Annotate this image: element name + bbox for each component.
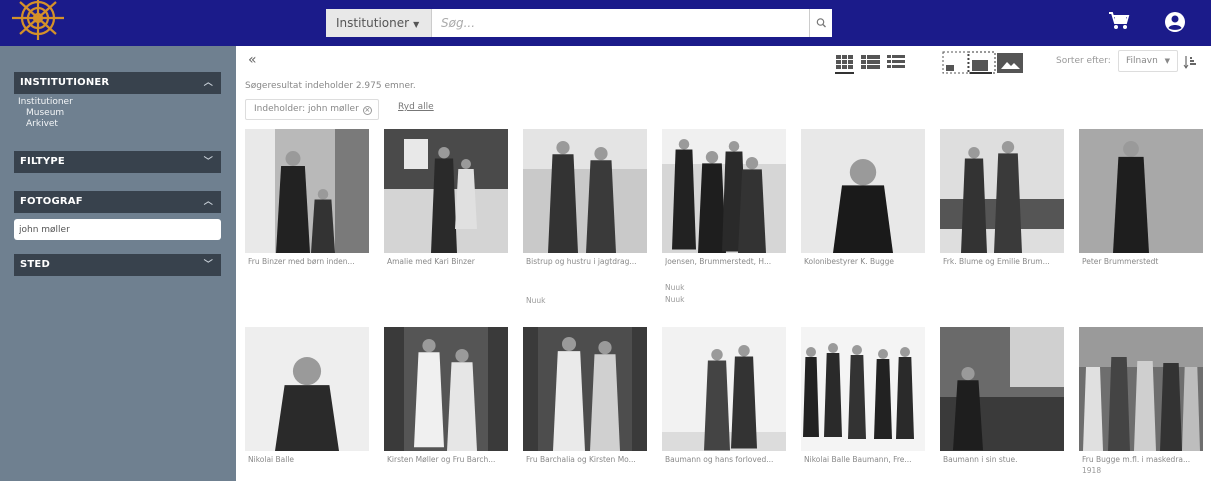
chevron-up-icon: ︿ xyxy=(203,78,213,88)
search-icon xyxy=(816,18,826,28)
medium-thumb-icon[interactable] xyxy=(967,51,996,74)
filter-chip-label: Indeholder: john møller xyxy=(254,104,359,114)
caret-down-icon: ▼ xyxy=(413,20,420,29)
filter-filtype-title: FILTYPE xyxy=(20,156,65,167)
sort-label: Sorter efter: xyxy=(1056,56,1111,66)
result-caption[interactable]: Fru Barchalia og Kirsten Mo... xyxy=(526,455,656,464)
result-thumbnail[interactable] xyxy=(245,129,369,253)
result-thumbnail[interactable] xyxy=(662,327,786,451)
result-thumbnail[interactable] xyxy=(384,129,508,253)
small-thumb-icon[interactable] xyxy=(942,51,970,74)
result-caption[interactable]: Amalie med Kari Binzer xyxy=(387,257,517,266)
result-meta: 1918 xyxy=(1082,466,1102,475)
thumb-size-toggle xyxy=(942,51,1024,75)
filter-sted-header[interactable]: STED ﹀ xyxy=(14,254,221,276)
result-meta: Nuuk xyxy=(665,283,685,292)
filter-fotograf-header[interactable]: FOTOGRAF ︿ xyxy=(14,191,221,213)
result-card[interactable]: Joensen, Brummerstedt, H... Nuuk Nuuk xyxy=(662,129,786,304)
filter-filtype-header[interactable]: FILTYPE ﹀ xyxy=(14,151,221,173)
result-card[interactable]: Frk. Blume og Emilie Brum... xyxy=(940,129,1064,269)
grid-view-icon[interactable] xyxy=(835,55,854,74)
fotograf-field[interactable] xyxy=(14,219,221,240)
result-caption[interactable]: Peter Brummerstedt xyxy=(1082,257,1211,266)
result-meta: Nuuk xyxy=(526,296,546,305)
result-card[interactable]: Fru Barchalia og Kirsten Mo... xyxy=(523,327,647,467)
remove-icon[interactable]: × xyxy=(362,106,372,115)
institution-select[interactable]: Institutioner ▼ xyxy=(326,9,432,37)
result-thumbnail[interactable] xyxy=(1079,327,1203,451)
result-card[interactable]: Bistrup og hustru i jagtdrag... Nuuk xyxy=(523,129,647,305)
result-caption[interactable]: Nikolai Balle xyxy=(248,455,378,464)
caret-down-icon: ▼ xyxy=(1164,57,1171,65)
result-caption[interactable]: Fru Binzer med børn inden... xyxy=(248,257,378,266)
result-card[interactable]: Nikolai Balle Baumann, Fre... xyxy=(801,327,925,467)
collapse-icon[interactable]: « xyxy=(248,52,257,68)
cart-icon[interactable] xyxy=(1108,11,1130,35)
sort-select-value: Filnavn xyxy=(1126,56,1158,66)
list-view-icon[interactable] xyxy=(887,55,905,68)
filter-chip: Indeholder: john møller × xyxy=(245,99,379,120)
chevron-down-icon: ﹀ xyxy=(203,260,213,270)
chevron-up-icon: ︿ xyxy=(203,197,213,207)
filter-institutioner-title: INSTITUTIONER xyxy=(20,77,110,88)
result-card[interactable]: Nikolai Balle xyxy=(245,327,369,467)
chevron-down-icon: ﹀ xyxy=(203,157,213,167)
result-caption[interactable]: Frk. Blume og Emilie Brum... xyxy=(943,257,1073,266)
result-thumbnail[interactable] xyxy=(1079,129,1203,253)
result-caption[interactable]: Bistrup og hustru i jagtdrag... xyxy=(526,257,656,266)
result-card[interactable]: Baumann og hans forloved... xyxy=(662,327,786,467)
search-button[interactable] xyxy=(809,9,832,37)
result-caption[interactable]: Kirsten Møller og Fru Barch... xyxy=(387,455,517,464)
institution-item-museum[interactable]: Museum xyxy=(26,108,64,119)
result-caption[interactable]: Baumann og hans forloved... xyxy=(665,455,795,464)
result-card[interactable]: Amalie med Kari Binzer xyxy=(384,129,508,269)
user-icon[interactable] xyxy=(1163,10,1187,38)
result-card[interactable]: Peter Brummerstedt xyxy=(1079,129,1203,269)
result-meta: Nuuk xyxy=(665,295,685,304)
result-card[interactable]: Baumann i sin stue. xyxy=(940,327,1064,467)
filter-institutioner-header[interactable]: INSTITUTIONER ︿ xyxy=(14,72,221,94)
result-summary: Søgeresultat indeholder 2.975 emner. xyxy=(245,81,416,91)
search-bar: Institutioner ▼ xyxy=(326,9,832,37)
institution-item-arkivet[interactable]: Arkivet xyxy=(26,119,58,130)
clear-all-link[interactable]: Ryd alle xyxy=(398,102,434,112)
large-thumb-icon[interactable] xyxy=(997,53,1023,73)
view-mode-toggle xyxy=(834,53,908,75)
result-thumbnail[interactable] xyxy=(523,129,647,253)
result-thumbnail[interactable] xyxy=(940,327,1064,451)
result-thumbnail[interactable] xyxy=(384,327,508,451)
result-caption[interactable]: Baumann i sin stue. xyxy=(943,455,1073,464)
result-thumbnail[interactable] xyxy=(801,129,925,253)
result-card[interactable]: Kirsten Møller og Fru Barch... xyxy=(384,327,508,467)
result-caption[interactable]: Kolonibestyrer K. Bugge xyxy=(804,257,934,266)
filter-sted-title: STED xyxy=(20,259,50,270)
filter-sidebar: INSTITUTIONER ︿ Institutioner Museum Ark… xyxy=(0,46,236,481)
result-card[interactable]: Kolonibestyrer K. Bugge xyxy=(801,129,925,269)
filter-fotograf-title: FOTOGRAF xyxy=(20,196,83,207)
top-bar: Institutioner ▼ xyxy=(0,0,1211,46)
logo-icon[interactable] xyxy=(8,0,68,46)
institution-root[interactable]: Institutioner xyxy=(18,97,73,108)
search-input[interactable] xyxy=(433,9,809,37)
result-thumbnail[interactable] xyxy=(245,327,369,451)
result-card[interactable]: Fru Binzer med børn inden... xyxy=(245,129,369,269)
result-caption[interactable]: Nikolai Balle Baumann, Fre... xyxy=(804,455,934,464)
institution-select-label: Institutioner xyxy=(336,16,410,30)
result-thumbnail[interactable] xyxy=(940,129,1064,253)
sort-select[interactable]: Filnavn ▼ xyxy=(1118,50,1178,72)
result-thumbnail[interactable] xyxy=(801,327,925,451)
result-thumbnail[interactable] xyxy=(523,327,647,451)
result-caption[interactable]: Joensen, Brummerstedt, H... xyxy=(665,257,795,266)
tile-view-icon[interactable] xyxy=(861,55,880,69)
result-card[interactable]: Fru Bugge m.fl. i maskedra... 1918 xyxy=(1079,327,1203,475)
result-caption[interactable]: Fru Bugge m.fl. i maskedra... xyxy=(1082,455,1211,464)
result-thumbnail[interactable] xyxy=(662,129,786,253)
sort-direction-icon[interactable] xyxy=(1183,54,1197,73)
